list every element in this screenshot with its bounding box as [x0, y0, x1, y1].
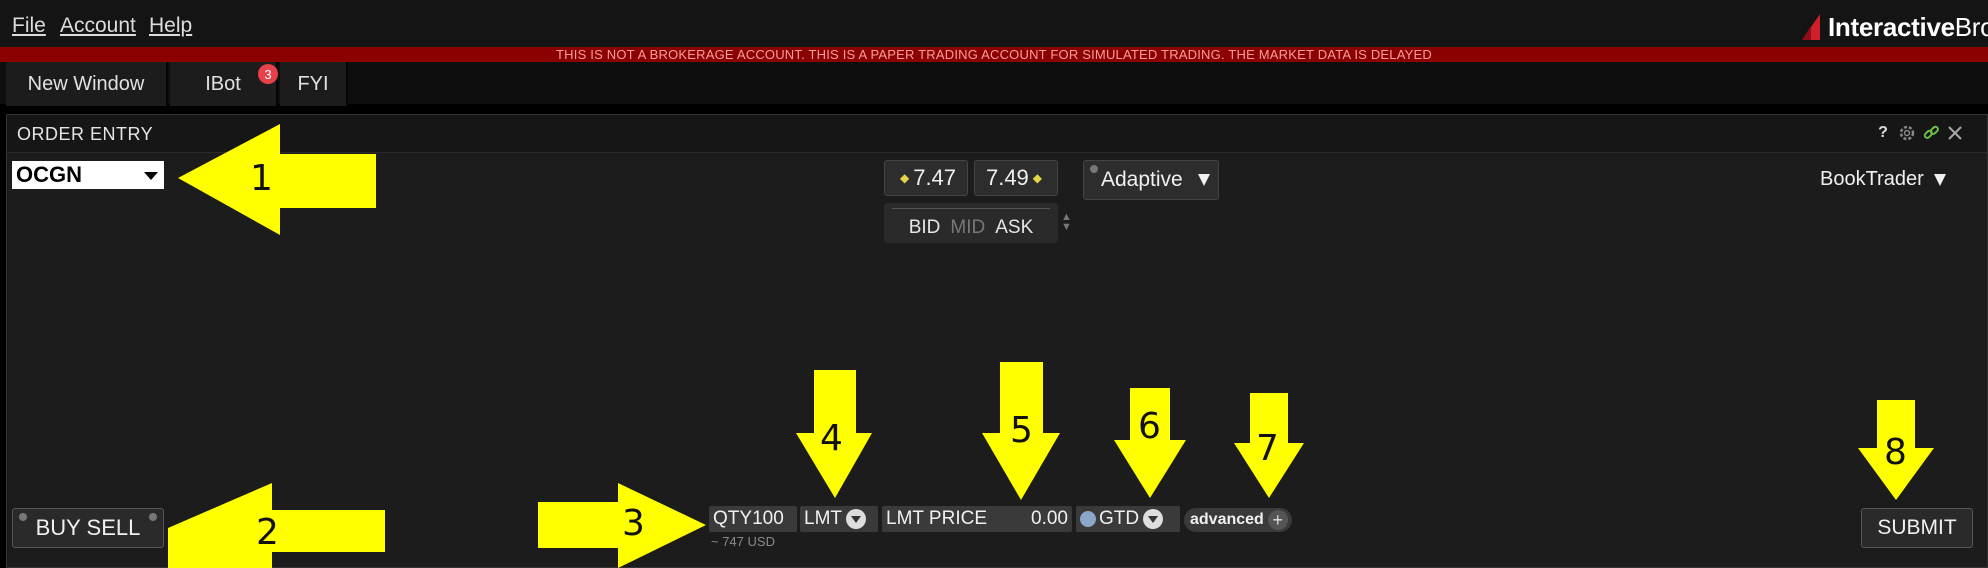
annotation-label-2: 2 [256, 512, 279, 553]
annotation-label-7: 7 [1256, 428, 1279, 469]
annotation-arrow-1 [178, 124, 376, 235]
annotation-label-1: 1 [250, 158, 273, 199]
annotation-label-5: 5 [1010, 410, 1033, 451]
annotation-label-8: 8 [1884, 432, 1907, 473]
annotation-label-3: 3 [622, 503, 645, 544]
annotation-overlay [168, 124, 1934, 568]
annotation-label-6: 6 [1138, 406, 1161, 447]
annotation-label-4: 4 [820, 418, 843, 459]
